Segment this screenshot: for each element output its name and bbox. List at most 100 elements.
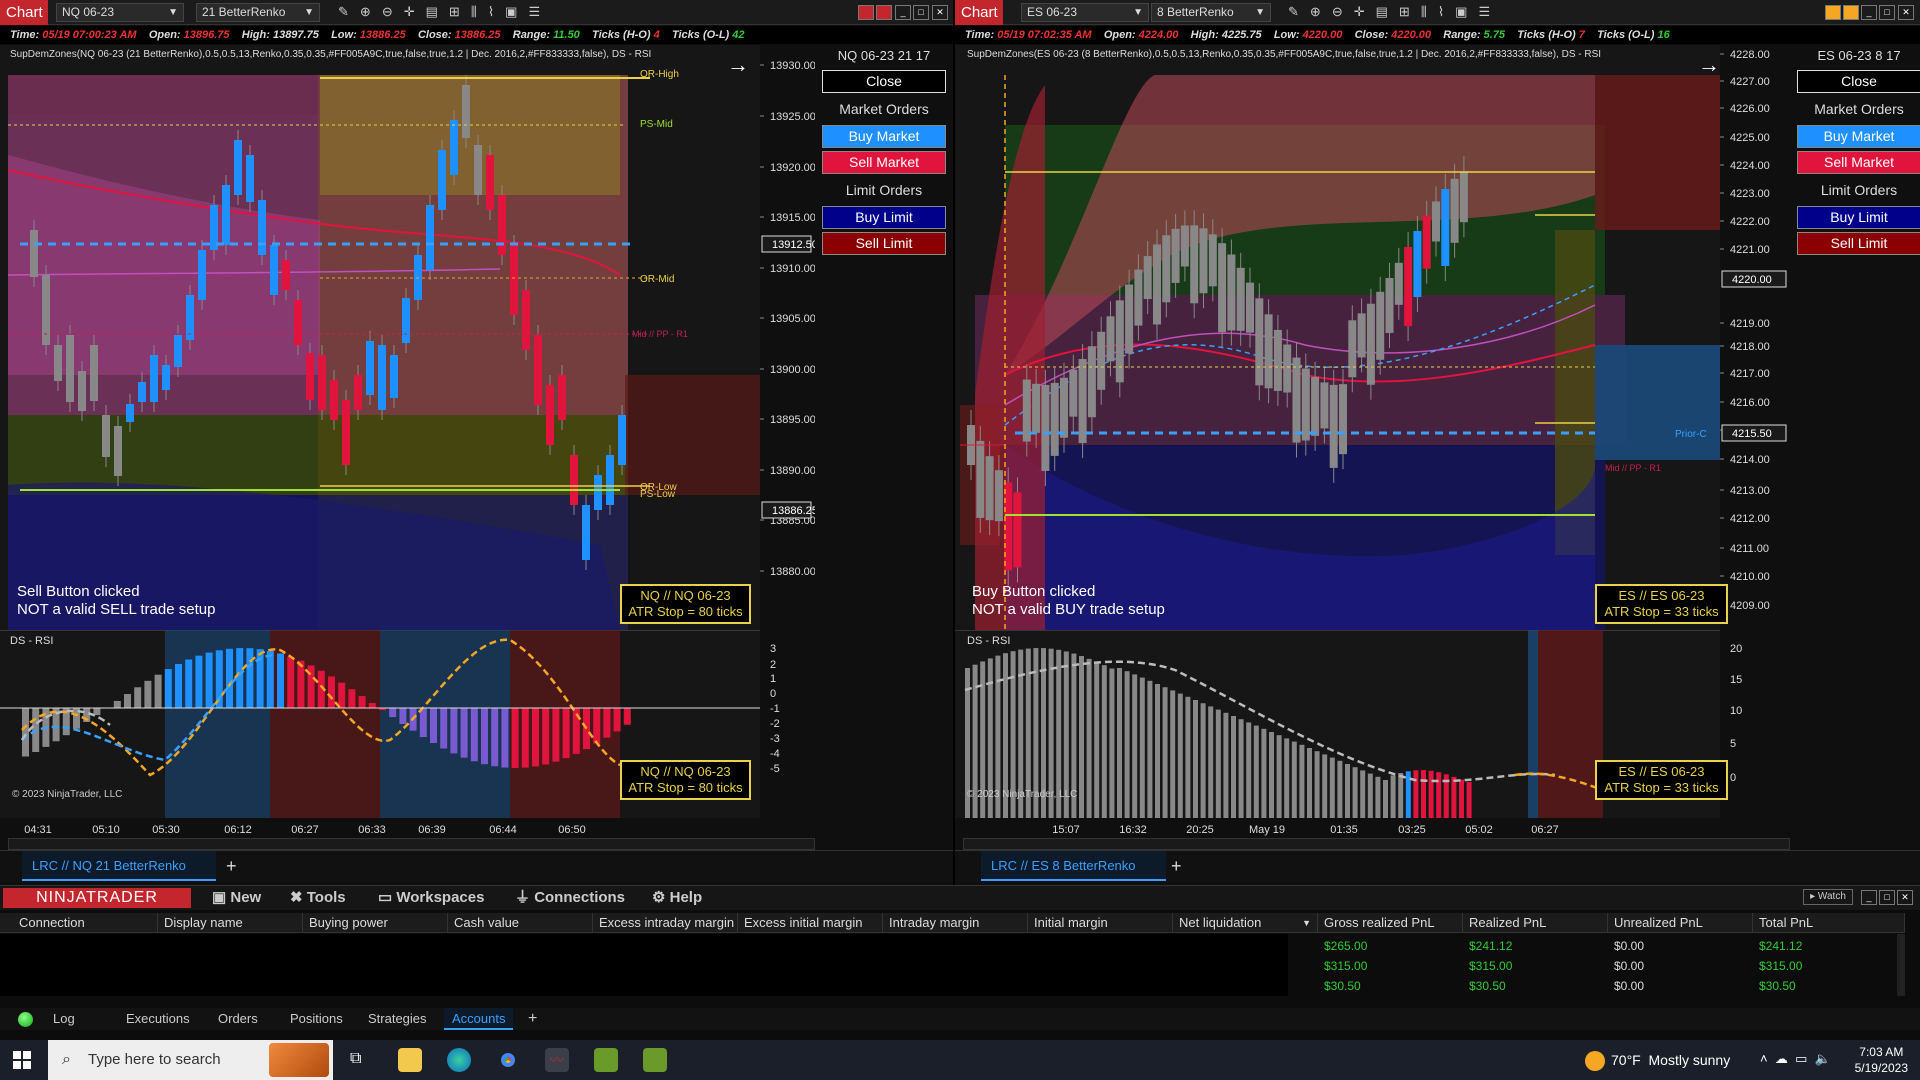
ninjatrader-icon[interactable]: 〰 (545, 1048, 569, 1072)
tab-log[interactable]: Log (53, 1008, 75, 1030)
data-box-icon[interactable]: ☰ (528, 4, 540, 20)
link-color-icon[interactable] (858, 5, 874, 20)
properties-icon[interactable]: ▤ (1376, 4, 1388, 20)
col-initial-margin[interactable]: Initial margin (1028, 913, 1173, 933)
taskbar-search[interactable]: ⌕ Type here to search (48, 1040, 333, 1080)
close-icon[interactable]: ✕ (1897, 890, 1913, 905)
instrument-selector[interactable]: NQ 06-23 ▼ (56, 3, 184, 22)
close-icon[interactable]: ✕ (932, 5, 948, 20)
zoom-out-icon[interactable]: ⊖ (1332, 4, 1343, 20)
maximize-icon[interactable]: □ (1879, 890, 1895, 905)
chart-title-tab[interactable]: Chart (955, 0, 1003, 25)
crosshair-icon[interactable]: ✛ (404, 4, 415, 20)
weather-widget[interactable]: 70°F Mostly sunny (1585, 1040, 1730, 1080)
strategies-icon[interactable]: ⌇ (488, 4, 494, 20)
arrow-right-icon[interactable]: → (1698, 52, 1720, 78)
indicators-icon[interactable]: ⫼ (1421, 4, 1427, 20)
tab-strategies[interactable]: Strategies (368, 1008, 427, 1030)
close-position-button[interactable]: Close (1797, 70, 1920, 93)
col-unrealized-pnl[interactable]: Unrealized PnL (1608, 913, 1753, 933)
price-panel[interactable]: 4228.00 4227.00 4226.00 4225.00 4224.00 4223.… (955, 45, 1790, 630)
windows-start-icon[interactable] (13, 1051, 31, 1069)
link-color-icon-2[interactable] (1843, 5, 1859, 20)
data-box-icon[interactable]: ☰ (1478, 4, 1490, 20)
tab-executions[interactable]: Executions (126, 1008, 190, 1030)
file-explorer-icon[interactable] (398, 1048, 422, 1072)
close-icon[interactable]: ✕ (1898, 5, 1914, 20)
bartype-selector[interactable]: 21 BetterRenko ▼ (196, 3, 320, 22)
price-panel[interactable]: 13930.00 13925.00 13920.00 13915.00 13910.00… (0, 45, 815, 630)
col-excess-intraday-margin[interactable]: Excess intraday margin (593, 913, 738, 933)
zoom-in-icon[interactable]: ⊕ (360, 4, 371, 20)
sell-limit-button[interactable]: Sell Limit (1797, 232, 1920, 255)
pencil-icon[interactable]: ✎ (338, 4, 349, 20)
app-icon-2[interactable] (643, 1048, 667, 1072)
col-gross-realized-pnl[interactable]: Gross realized PnL (1318, 913, 1463, 933)
templates-icon[interactable]: ▣ (505, 4, 517, 20)
col-display-name[interactable]: Display name (158, 913, 303, 933)
instrument-selector[interactable]: ES 06-23 ▼ (1021, 3, 1149, 22)
arrow-right-icon[interactable]: → (727, 52, 749, 78)
chart-title-tab[interactable]: Chart (0, 0, 48, 25)
bartype-selector[interactable]: 8 BetterRenko ▼ (1151, 3, 1271, 22)
col-net-liquidation[interactable]: Net liquidation ▼ (1173, 913, 1318, 933)
tab-accounts[interactable]: Accounts (444, 1008, 514, 1030)
horizontal-scrollbar[interactable] (963, 838, 1790, 850)
rsi-panel[interactable]: 3 2 1 0 -1 -2 -3 -4 -5 04:31 05:10 05:30 06:12 06:27 0… (0, 629, 815, 838)
buy-market-button[interactable]: Buy Market (1797, 125, 1920, 148)
menu-connections[interactable]: ⏚ Connections (515, 886, 625, 910)
menu-workspaces[interactable]: ▭ Workspaces (378, 886, 484, 910)
horizontal-scrollbar[interactable] (8, 838, 815, 850)
task-view-icon[interactable]: ⧉ (350, 1050, 361, 1068)
crosshair-icon[interactable]: ✛ (1354, 4, 1365, 20)
tab-positions[interactable]: Positions (290, 1008, 343, 1030)
menu-tools[interactable]: ✖ Tools (290, 886, 346, 910)
buy-limit-button[interactable]: Buy Limit (1797, 206, 1920, 229)
zoom-out-icon[interactable]: ⊖ (382, 4, 393, 20)
pencil-icon[interactable]: ✎ (1288, 4, 1299, 20)
sell-market-button[interactable]: Sell Market (822, 151, 946, 174)
tray-icons[interactable]: ˄ ☁ ▭ 🔈 (1760, 1051, 1831, 1067)
chart-tab[interactable]: LRC // NQ 21 BetterRenko (22, 851, 216, 881)
properties-icon[interactable]: ▤ (426, 4, 438, 20)
col-cash-value[interactable]: Cash value (448, 913, 593, 933)
templates-icon[interactable]: ▣ (1455, 4, 1467, 20)
col-excess-initial-margin[interactable]: Excess initial margin (738, 913, 883, 933)
close-position-button[interactable]: Close (822, 70, 946, 93)
vertical-scrollbar[interactable] (1897, 934, 1905, 996)
menu-help[interactable]: ⚙ Help (652, 886, 702, 910)
strategies-icon[interactable]: ⌇ (1438, 4, 1444, 20)
buy-limit-button[interactable]: Buy Limit (822, 206, 946, 229)
sell-limit-button[interactable]: Sell Limit (822, 232, 946, 255)
sell-market-button[interactable]: Sell Market (1797, 151, 1920, 174)
add-tab-icon[interactable]: + (528, 1008, 537, 1030)
col-buying-power[interactable]: Buying power (303, 913, 448, 933)
zoom-in-icon[interactable]: ⊕ (1310, 4, 1321, 20)
taskbar-clock[interactable]: 7:03 AM 5/19/2023 (1855, 1044, 1908, 1076)
col-connection[interactable]: Connection (13, 913, 158, 933)
buy-market-button[interactable]: Buy Market (822, 125, 946, 148)
col-intraday-margin[interactable]: Intraday margin (883, 913, 1028, 933)
rsi-panel[interactable]: 20 15 10 5 0 15:07 16:32 20:25 May 19 01:35 03:25 0… (955, 629, 1790, 838)
col-realized-pnl[interactable]: Realized PnL (1463, 913, 1608, 933)
col-total-pnl[interactable]: Total PnL (1753, 913, 1905, 933)
app-icon-1[interactable] (594, 1048, 618, 1072)
maximize-icon[interactable]: □ (1879, 5, 1895, 20)
chart-tab[interactable]: LRC // ES 8 BetterRenko (981, 851, 1166, 881)
indicators-icon[interactable]: ⫼ (471, 4, 477, 20)
tab-orders[interactable]: Orders (218, 1008, 258, 1030)
chrome-icon[interactable] (496, 1048, 520, 1072)
minimize-icon[interactable]: _ (1861, 5, 1877, 20)
edge-icon[interactable] (447, 1048, 471, 1072)
menu-new[interactable]: ▣ New (212, 886, 261, 910)
bars-icon[interactable]: ⊞ (449, 4, 460, 20)
watch-button[interactable]: ▸ Watch (1803, 889, 1853, 905)
bars-icon[interactable]: ⊞ (1399, 4, 1410, 20)
maximize-icon[interactable]: □ (913, 5, 929, 20)
link-color-icon[interactable] (1825, 5, 1841, 20)
minimize-icon[interactable]: _ (895, 5, 911, 20)
minimize-icon[interactable]: _ (1861, 890, 1877, 905)
link-color-icon-2[interactable] (876, 5, 892, 20)
add-tab-icon[interactable]: + (226, 851, 237, 881)
add-tab-icon[interactable]: + (1171, 851, 1182, 881)
